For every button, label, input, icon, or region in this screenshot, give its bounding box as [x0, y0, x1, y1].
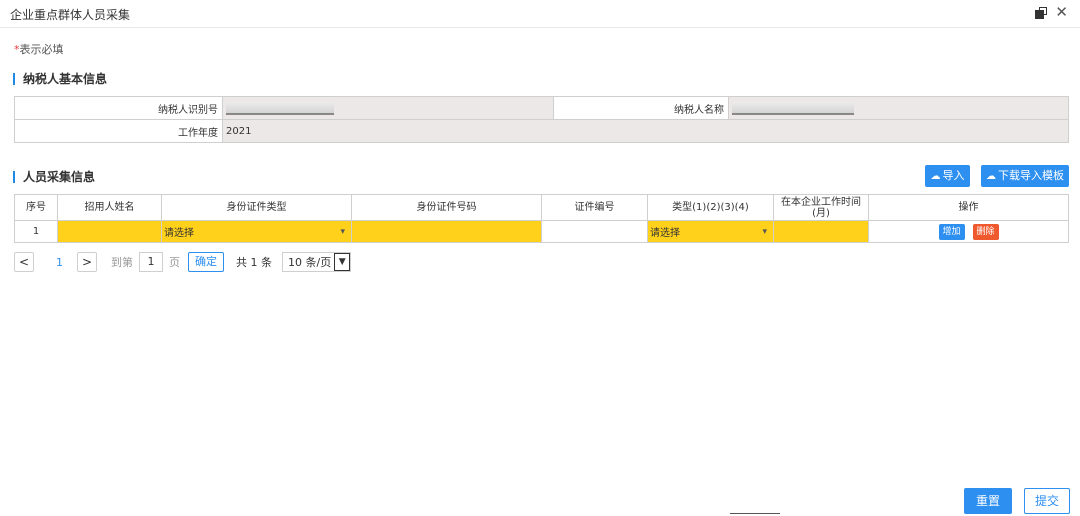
column-header: 操作: [868, 194, 1069, 221]
add-row-button[interactable]: 增加: [938, 223, 965, 240]
column-header: 序号: [14, 194, 58, 221]
employee-name-input[interactable]: [58, 221, 161, 242]
chevron-down-icon: ▾: [340, 226, 345, 237]
id-number-input[interactable]: [352, 221, 541, 242]
cert-number-cell: [541, 220, 648, 243]
id-type-value: 请选择: [164, 228, 194, 239]
column-header: 在本企业工作时间(月): [773, 194, 869, 221]
category-value: 请选择: [650, 228, 680, 239]
required-note-text: 表示必填: [19, 43, 64, 56]
work-months-input[interactable]: [774, 221, 868, 242]
dialog-title: 企业重点群体人员采集: [10, 8, 131, 22]
row-index: 1: [14, 220, 58, 243]
taxpayer-id-value: [222, 96, 554, 120]
redacted-taxpayer-name: [732, 101, 854, 115]
name-cell: [57, 220, 162, 243]
people-table: 序号 招用人姓名 身份证件类型 身份证件号码 证件编号 类型(1)(2)(3)(…: [14, 194, 1069, 243]
goto-confirm-button[interactable]: 确定: [188, 252, 224, 272]
restore-window-icon[interactable]: [1035, 6, 1048, 19]
close-icon[interactable]: ✕: [1055, 5, 1068, 20]
goto-label: 到第: [111, 256, 133, 269]
dialog-titlebar: 企业重点群体人员采集 ✕: [0, 0, 1080, 28]
cloud-download-icon: ☁: [986, 171, 996, 182]
work-year-value: 2021: [222, 119, 1069, 143]
id-type-cell: 请选择 ▾: [161, 220, 352, 243]
section-title-basic: 纳税人基本信息: [13, 73, 107, 85]
cert-number-input[interactable]: [542, 221, 647, 242]
next-page-button[interactable]: >: [77, 252, 97, 272]
column-header: 证件编号: [541, 194, 648, 221]
download-template-button[interactable]: ☁ 下载导入模板: [981, 165, 1069, 187]
download-template-label: 下载导入模板: [998, 169, 1064, 182]
months-cell: [773, 220, 869, 243]
required-note: *表示必填: [14, 41, 64, 57]
id-type-select[interactable]: 请选择 ▾: [162, 221, 351, 242]
column-header: 身份证件号码: [351, 194, 542, 221]
divider: [730, 513, 780, 514]
chevron-down-icon: ▼: [334, 253, 351, 271]
pagination: < 1 > 到第 1 页 确定 共 1 条 10 条/页 ▼: [14, 252, 352, 272]
id-number-cell: [351, 220, 542, 243]
page-size-select[interactable]: 10 条/页 ▼: [282, 252, 352, 272]
page-unit-label: 页: [169, 256, 180, 269]
cloud-upload-icon: ☁: [930, 171, 941, 182]
column-header: 招用人姓名: [57, 194, 162, 221]
operations-cell: 增加 删除: [868, 220, 1069, 243]
delete-row-button[interactable]: 删除: [972, 223, 999, 240]
total-count: 共 1 条: [236, 256, 272, 269]
page-size-value: 10 条/页: [288, 256, 332, 269]
import-button-label: 导入: [942, 169, 965, 182]
category-select[interactable]: 请选择 ▾: [648, 221, 773, 242]
category-cell: 请选择 ▾: [647, 220, 774, 243]
section-title-people: 人员采集信息: [13, 171, 95, 183]
work-year-label: 工作年度: [14, 119, 223, 143]
taxpayer-name-value: [728, 96, 1069, 120]
import-button[interactable]: ☁ 导入: [925, 165, 970, 187]
chevron-down-icon: ▾: [762, 226, 767, 237]
column-header: 类型(1)(2)(3)(4): [647, 194, 774, 221]
redacted-taxpayer-id: [226, 101, 334, 115]
page-number-1[interactable]: 1: [56, 256, 63, 269]
reset-button[interactable]: 重置: [964, 488, 1012, 514]
column-header: 身份证件类型: [161, 194, 352, 221]
basic-info-table: 纳税人识别号 纳税人名称 工作年度 2021: [14, 96, 1069, 143]
submit-button[interactable]: 提交: [1024, 488, 1070, 514]
table-header-row: 序号 招用人姓名 身份证件类型 身份证件号码 证件编号 类型(1)(2)(3)(…: [14, 194, 1069, 221]
taxpayer-name-label: 纳税人名称: [553, 96, 729, 120]
table-row: 1 请选择 ▾ 请选择 ▾ 增加 删除: [14, 220, 1069, 243]
prev-page-button[interactable]: <: [14, 252, 34, 272]
goto-page-input[interactable]: 1: [139, 252, 163, 272]
taxpayer-id-label: 纳税人识别号: [14, 96, 223, 120]
window-controls: ✕: [1035, 5, 1068, 20]
